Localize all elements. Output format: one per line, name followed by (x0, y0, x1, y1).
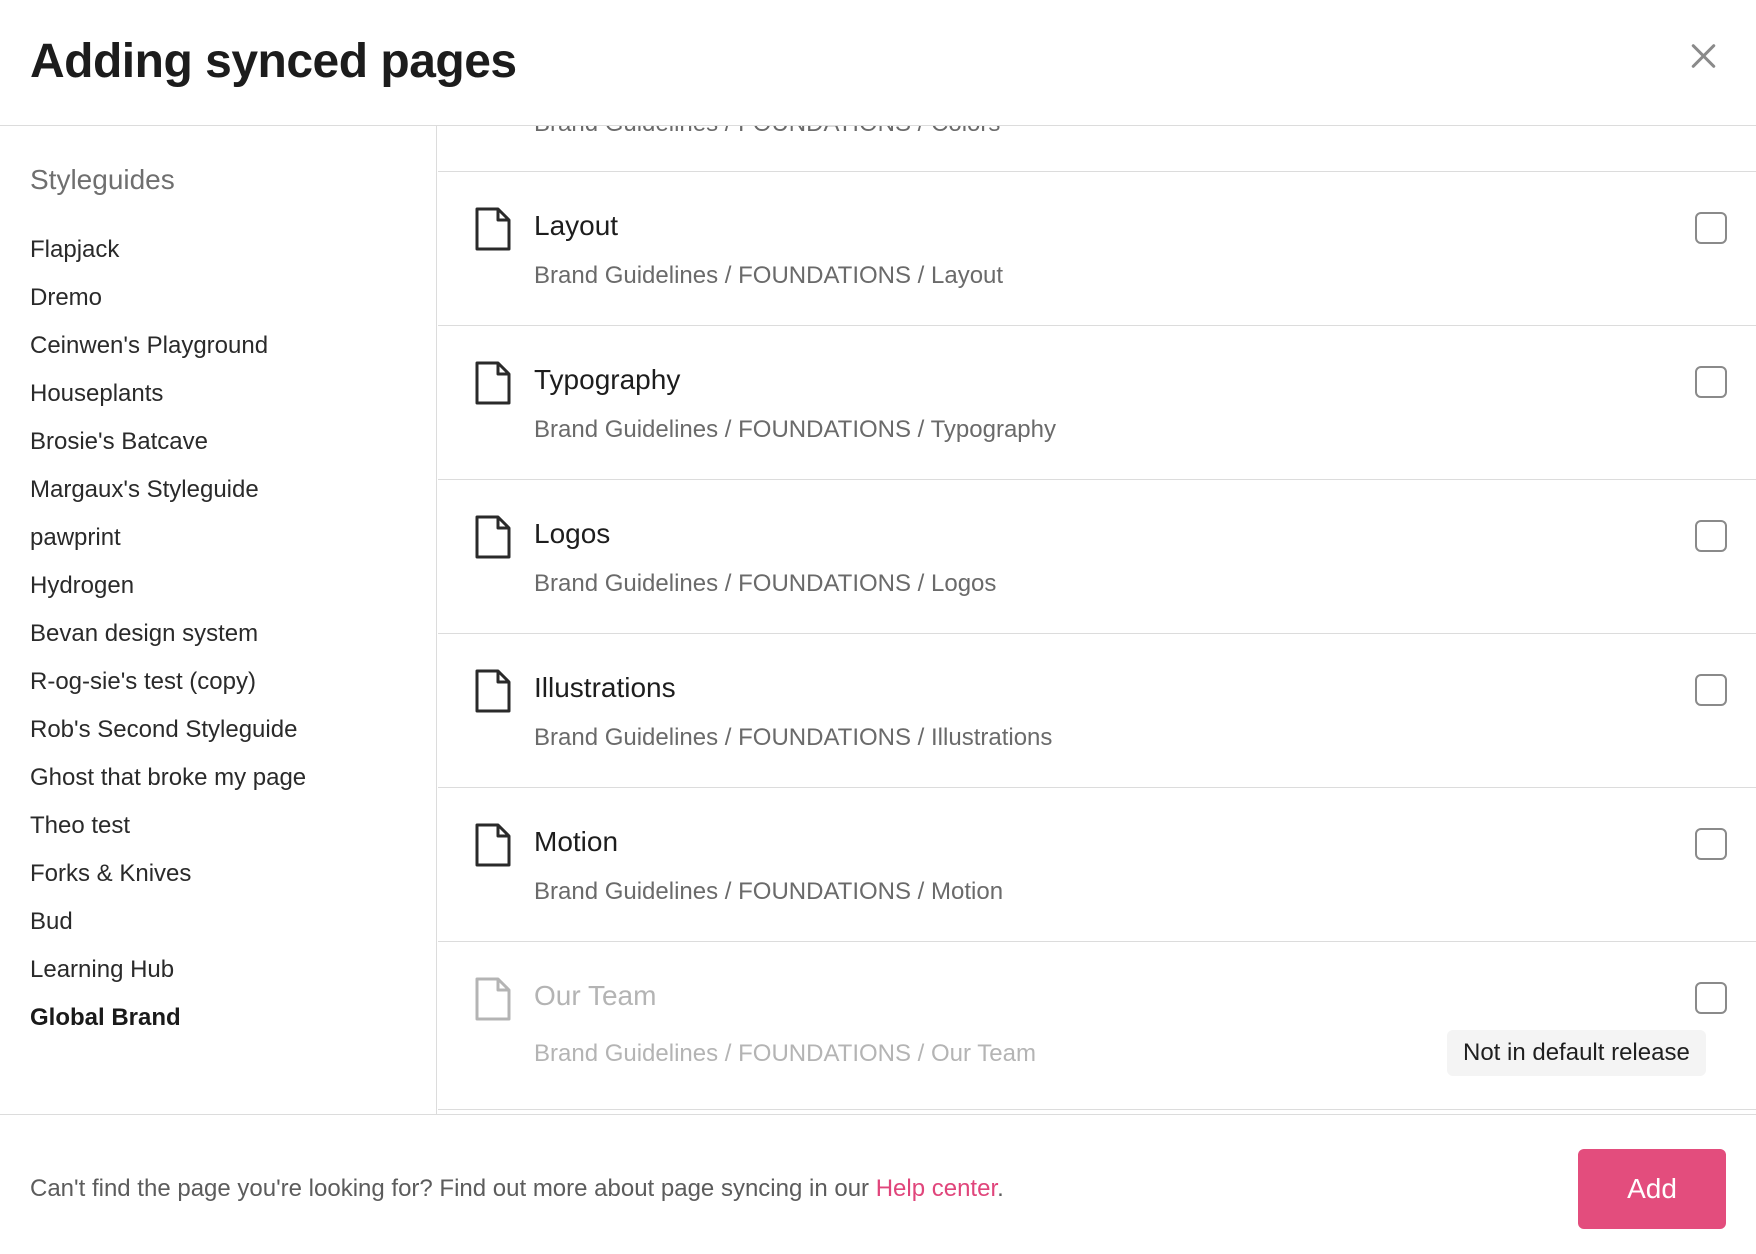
document-icon (475, 361, 511, 405)
sidebar-item[interactable]: Learning Hub (30, 946, 306, 994)
page-checkbox[interactable] (1695, 982, 1727, 1014)
dialog-footer: Can't find the page you're looking for? … (0, 1114, 1756, 1254)
page-path: Brand Guidelines / FOUNDATIONS / Motion (534, 878, 1004, 905)
page-row-disabled[interactable]: Our Team Brand Guidelines / FOUNDATIONS … (438, 942, 1756, 1110)
document-icon (475, 977, 511, 1021)
not-in-default-release-badge: Not in default release (1447, 1030, 1706, 1076)
page-checkbox[interactable] (1695, 828, 1727, 860)
page-checkbox[interactable] (1695, 674, 1727, 706)
page-path: Brand Guidelines / FOUNDATIONS / Typogra… (534, 416, 1056, 443)
sidebar-item[interactable]: Dremo (30, 274, 306, 322)
page-path: Brand Guidelines / FOUNDATIONS / Illustr… (534, 724, 1053, 751)
sidebar-item[interactable]: pawprint (30, 514, 306, 562)
page-row[interactable]: Typography Brand Guidelines / FOUNDATION… (438, 326, 1756, 480)
page-checkbox[interactable] (1695, 212, 1727, 244)
sidebar-item[interactable]: Bevan design system (30, 610, 306, 658)
close-icon[interactable] (1684, 36, 1724, 76)
help-text: Can't find the page you're looking for? … (30, 1175, 1004, 1203)
dialog-header: Adding synced pages (0, 0, 1756, 126)
page-title: Motion (534, 826, 619, 857)
page-title: Layout (534, 210, 619, 241)
page-path: Brand Guidelines / FOUNDATIONS / Layout (534, 262, 1004, 289)
sidebar-item[interactable]: Margaux's Styleguide (30, 466, 306, 514)
sidebar-item[interactable]: Rob's Second Styleguide (30, 706, 306, 754)
sidebar-item[interactable]: Theo test (30, 802, 306, 850)
dialog-title: Adding synced pages (30, 35, 517, 88)
page-title: Logos (534, 518, 611, 549)
add-button[interactable]: Add (1578, 1149, 1726, 1229)
sidebar-item-active[interactable]: Global Brand (30, 994, 306, 1042)
styleguide-sidebar: Styleguides Flapjack Dremo Ceinwen's Pla… (0, 126, 437, 1114)
help-text-prefix: Can't find the page you're looking for? … (30, 1175, 876, 1202)
document-icon (475, 823, 511, 867)
page-row-partial[interactable]: Brand Guidelines / FOUNDATIONS / Colors (438, 126, 1756, 172)
sidebar-item[interactable]: Forks & Knives (30, 850, 306, 898)
page-path: Brand Guidelines / FOUNDATIONS / Colors (534, 126, 1000, 138)
help-text-suffix: . (997, 1175, 1004, 1202)
sidebar-item[interactable]: Ceinwen's Playground (30, 322, 306, 370)
page-title: Illustrations (534, 672, 676, 703)
sidebar-item[interactable]: Brosie's Batcave (30, 418, 306, 466)
sidebar-item[interactable]: Bud (30, 898, 306, 946)
sidebar-item[interactable]: Hydrogen (30, 562, 306, 610)
page-path: Brand Guidelines / FOUNDATIONS / Logos (534, 570, 997, 597)
document-icon (475, 515, 511, 559)
page-list: Brand Guidelines / FOUNDATIONS / Colors … (438, 126, 1756, 1114)
sidebar-heading: Styleguides (30, 164, 175, 195)
styleguide-list: Flapjack Dremo Ceinwen's Playground Hous… (30, 226, 306, 1042)
page-title: Typography (534, 364, 681, 395)
help-center-link[interactable]: Help center (876, 1175, 997, 1202)
document-icon (475, 207, 511, 251)
document-icon (475, 669, 511, 713)
page-title: Our Team (534, 980, 657, 1011)
page-checkbox[interactable] (1695, 520, 1727, 552)
sidebar-item[interactable]: Houseplants (30, 370, 306, 418)
sidebar-item[interactable]: Ghost that broke my page (30, 754, 306, 802)
page-path: Brand Guidelines / FOUNDATIONS / Our Tea… (534, 1040, 1036, 1067)
page-row[interactable]: Illustrations Brand Guidelines / FOUNDAT… (438, 634, 1756, 788)
sidebar-item[interactable]: Flapjack (30, 226, 306, 274)
page-row[interactable]: Logos Brand Guidelines / FOUNDATIONS / L… (438, 480, 1756, 634)
page-row[interactable]: Motion Brand Guidelines / FOUNDATIONS / … (438, 788, 1756, 942)
page-checkbox[interactable] (1695, 366, 1727, 398)
page-row[interactable]: Layout Brand Guidelines / FOUNDATIONS / … (438, 172, 1756, 326)
sidebar-item[interactable]: R-og-sie's test (copy) (30, 658, 306, 706)
